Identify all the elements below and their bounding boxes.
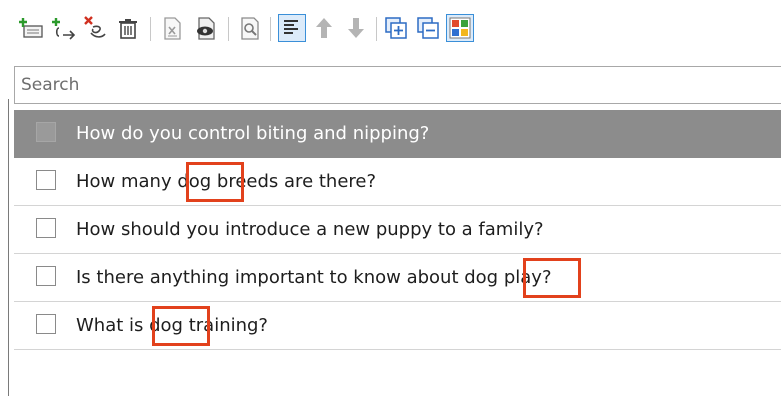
collapse-all-button[interactable]: [414, 14, 442, 42]
move-up-button[interactable]: [310, 14, 338, 42]
add-follow-up-icon: [51, 15, 77, 41]
align-lines-icon: [281, 17, 303, 39]
preview-button[interactable]: [192, 14, 220, 42]
color-tiles-icon: [449, 17, 471, 39]
question-row[interactable]: How do you control biting and nipping?: [14, 110, 781, 158]
arrow-up-icon: [313, 16, 335, 40]
search-input[interactable]: [14, 66, 781, 104]
search-match-highlight: [523, 258, 581, 298]
question-checkbox[interactable]: [36, 266, 56, 286]
question-row[interactable]: How should you introduce a new puppy to …: [14, 206, 781, 254]
expand-all-icon: [384, 16, 408, 40]
toolbar-separator: [228, 17, 229, 41]
add-question-icon: [19, 15, 45, 41]
find-in-document-icon: [237, 15, 263, 41]
search-match-highlight: [152, 306, 210, 346]
toolbar-separator: [150, 17, 151, 41]
delete-button[interactable]: [114, 14, 142, 42]
move-down-button[interactable]: [342, 14, 370, 42]
add-follow-up-button[interactable]: [50, 14, 78, 42]
question-checkbox[interactable]: [36, 170, 56, 190]
question-row[interactable]: Is there anything important to know abou…: [14, 254, 781, 302]
question-checkbox[interactable]: [36, 218, 56, 238]
add-question-button[interactable]: [18, 14, 46, 42]
view-tiles-button[interactable]: [446, 14, 474, 42]
question-row[interactable]: How many dog breeds are there?: [14, 158, 781, 206]
export-button[interactable]: [158, 14, 186, 42]
delete-prompt-icon: [83, 15, 109, 41]
question-text: How should you introduce a new puppy to …: [76, 219, 544, 240]
find-button[interactable]: [236, 14, 264, 42]
question-checkbox[interactable]: [36, 122, 56, 142]
delete-prompt-button[interactable]: [82, 14, 110, 42]
collapse-all-icon: [416, 16, 440, 40]
trash-icon: [115, 15, 141, 41]
question-text: Is there anything important to know abou…: [76, 267, 552, 288]
toolbar: [18, 12, 778, 46]
arrow-down-icon: [345, 16, 367, 40]
question-row[interactable]: What is dog training?: [14, 302, 781, 350]
panel-left-border: [8, 99, 9, 396]
preview-icon: [193, 15, 219, 41]
question-checkbox[interactable]: [36, 314, 56, 334]
search-match-highlight: [186, 162, 244, 202]
toolbar-separator: [270, 17, 271, 41]
sort-button[interactable]: [278, 14, 306, 42]
expand-all-button[interactable]: [382, 14, 410, 42]
question-text: How do you control biting and nipping?: [76, 123, 430, 144]
toolbar-separator: [376, 17, 377, 41]
excel-export-icon: [159, 15, 185, 41]
